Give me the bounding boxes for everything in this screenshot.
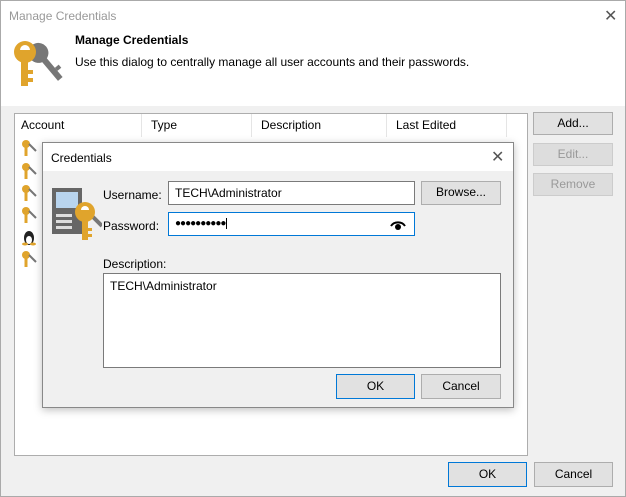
browse-button[interactable]: Browse... — [421, 181, 501, 205]
description-textarea[interactable]: TECH\Administrator — [103, 273, 501, 368]
title-bar: Manage Credentials ✕ — [1, 1, 625, 33]
key-icon[interactable] — [21, 250, 37, 268]
key-icon[interactable] — [21, 139, 37, 157]
dialog-close-icon[interactable]: ✕ — [491, 147, 504, 167]
header-title: Manage Credentials — [75, 33, 189, 47]
description-label: Description: — [103, 257, 167, 271]
column-header-last-edited[interactable]: Last Edited — [390, 114, 507, 137]
password-input[interactable]: ●●●●●●●●●● — [168, 212, 415, 236]
key-icon[interactable] — [21, 162, 37, 180]
header-description: Use this dialog to centrally manage all … — [75, 55, 470, 69]
column-header-description[interactable]: Description — [255, 114, 387, 137]
keys-icon — [14, 41, 63, 86]
username-label: Username: — [103, 188, 162, 202]
credentials-icon — [52, 188, 102, 240]
column-header-account[interactable]: Account — [15, 114, 142, 137]
key-icon[interactable] — [21, 206, 37, 224]
show-password-eye-icon[interactable] — [390, 219, 406, 231]
password-label: Password: — [103, 219, 160, 233]
add-button[interactable]: Add... — [533, 112, 613, 135]
text-cursor — [226, 218, 228, 229]
username-input[interactable]: TECH\Administrator — [168, 181, 415, 205]
ok-button[interactable]: OK — [448, 462, 527, 487]
dialog-ok-button[interactable]: OK — [336, 374, 415, 399]
dialog-cancel-button[interactable]: Cancel — [421, 374, 501, 399]
cancel-button[interactable]: Cancel — [534, 462, 613, 487]
edit-button[interactable]: Edit... — [533, 143, 613, 166]
dialog-title: Credentials — [51, 151, 112, 165]
header: Manage Credentials Use this dialog to ce… — [1, 33, 625, 106]
column-header-type[interactable]: Type — [145, 114, 252, 137]
key-icon[interactable] — [21, 184, 37, 202]
linux-icon[interactable] — [21, 228, 37, 246]
close-icon[interactable]: ✕ — [604, 6, 617, 26]
password-value: ●●●●●●●●●● — [175, 218, 226, 229]
credentials-dialog: Credentials ✕ Username: TECH\Administrat… — [42, 142, 514, 408]
dialog-title-bar: Credentials ✕ — [43, 143, 513, 171]
remove-button[interactable]: Remove — [533, 173, 613, 196]
window-title: Manage Credentials — [9, 9, 117, 23]
